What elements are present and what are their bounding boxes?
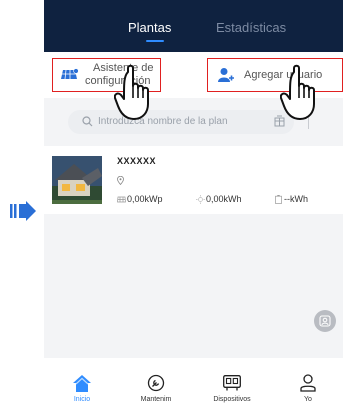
support-icon xyxy=(319,315,331,327)
plant-name: XXXXXX xyxy=(117,156,157,166)
user-icon xyxy=(300,374,316,392)
bottom-navigation: Inicio Mantenim Dispositivos Yo xyxy=(44,358,343,411)
nav-label-devices: Dispositivos xyxy=(213,396,251,403)
nav-item-devices[interactable]: Dispositivos xyxy=(202,358,262,411)
plant-card[interactable]: XXXXXX 0,00kWp 0,00kWh --kWh xyxy=(44,146,343,214)
plant-capacity: 0,00kWp xyxy=(127,194,163,204)
search-icon xyxy=(82,116,93,127)
nav-item-maintenance[interactable]: Mantenim xyxy=(126,358,186,411)
capacity-icon xyxy=(117,196,126,203)
devices-icon xyxy=(223,375,241,391)
support-float-button[interactable] xyxy=(314,310,336,332)
maintenance-icon xyxy=(147,374,165,392)
nav-item-home[interactable]: Inicio xyxy=(52,358,112,411)
active-tab-indicator xyxy=(146,40,164,42)
location-icon xyxy=(117,176,124,185)
phone-screen: Plantas Estadísticas Asistente de config… xyxy=(44,0,343,411)
add-user-icon xyxy=(218,68,234,82)
search-box[interactable]: Introduzca nombre de la plan xyxy=(68,110,294,134)
plant-extra-value: --kWh xyxy=(284,194,308,204)
plant-energy: 0,00kWh xyxy=(206,194,242,204)
tap-hand-icon xyxy=(114,64,149,120)
battery-icon xyxy=(275,195,282,204)
home-icon xyxy=(73,375,91,392)
nav-label-maintenance: Mantenim xyxy=(140,396,172,403)
add-user-button[interactable]: Agregar usuario xyxy=(207,58,343,92)
tap-hand-icon xyxy=(280,64,315,120)
app-header: Plantas Estadísticas xyxy=(44,0,343,52)
energy-icon xyxy=(196,195,205,204)
solar-panel-icon xyxy=(61,68,79,80)
nav-label-me: Yo xyxy=(304,396,312,403)
house-thumbnail xyxy=(52,156,102,204)
nav-item-me[interactable]: Yo xyxy=(278,358,338,411)
nav-label-home: Inicio xyxy=(73,396,91,403)
step-arrow-icon xyxy=(10,201,36,221)
tab-statistics[interactable]: Estadísticas xyxy=(216,20,286,35)
tab-plantas[interactable]: Plantas xyxy=(128,20,171,35)
